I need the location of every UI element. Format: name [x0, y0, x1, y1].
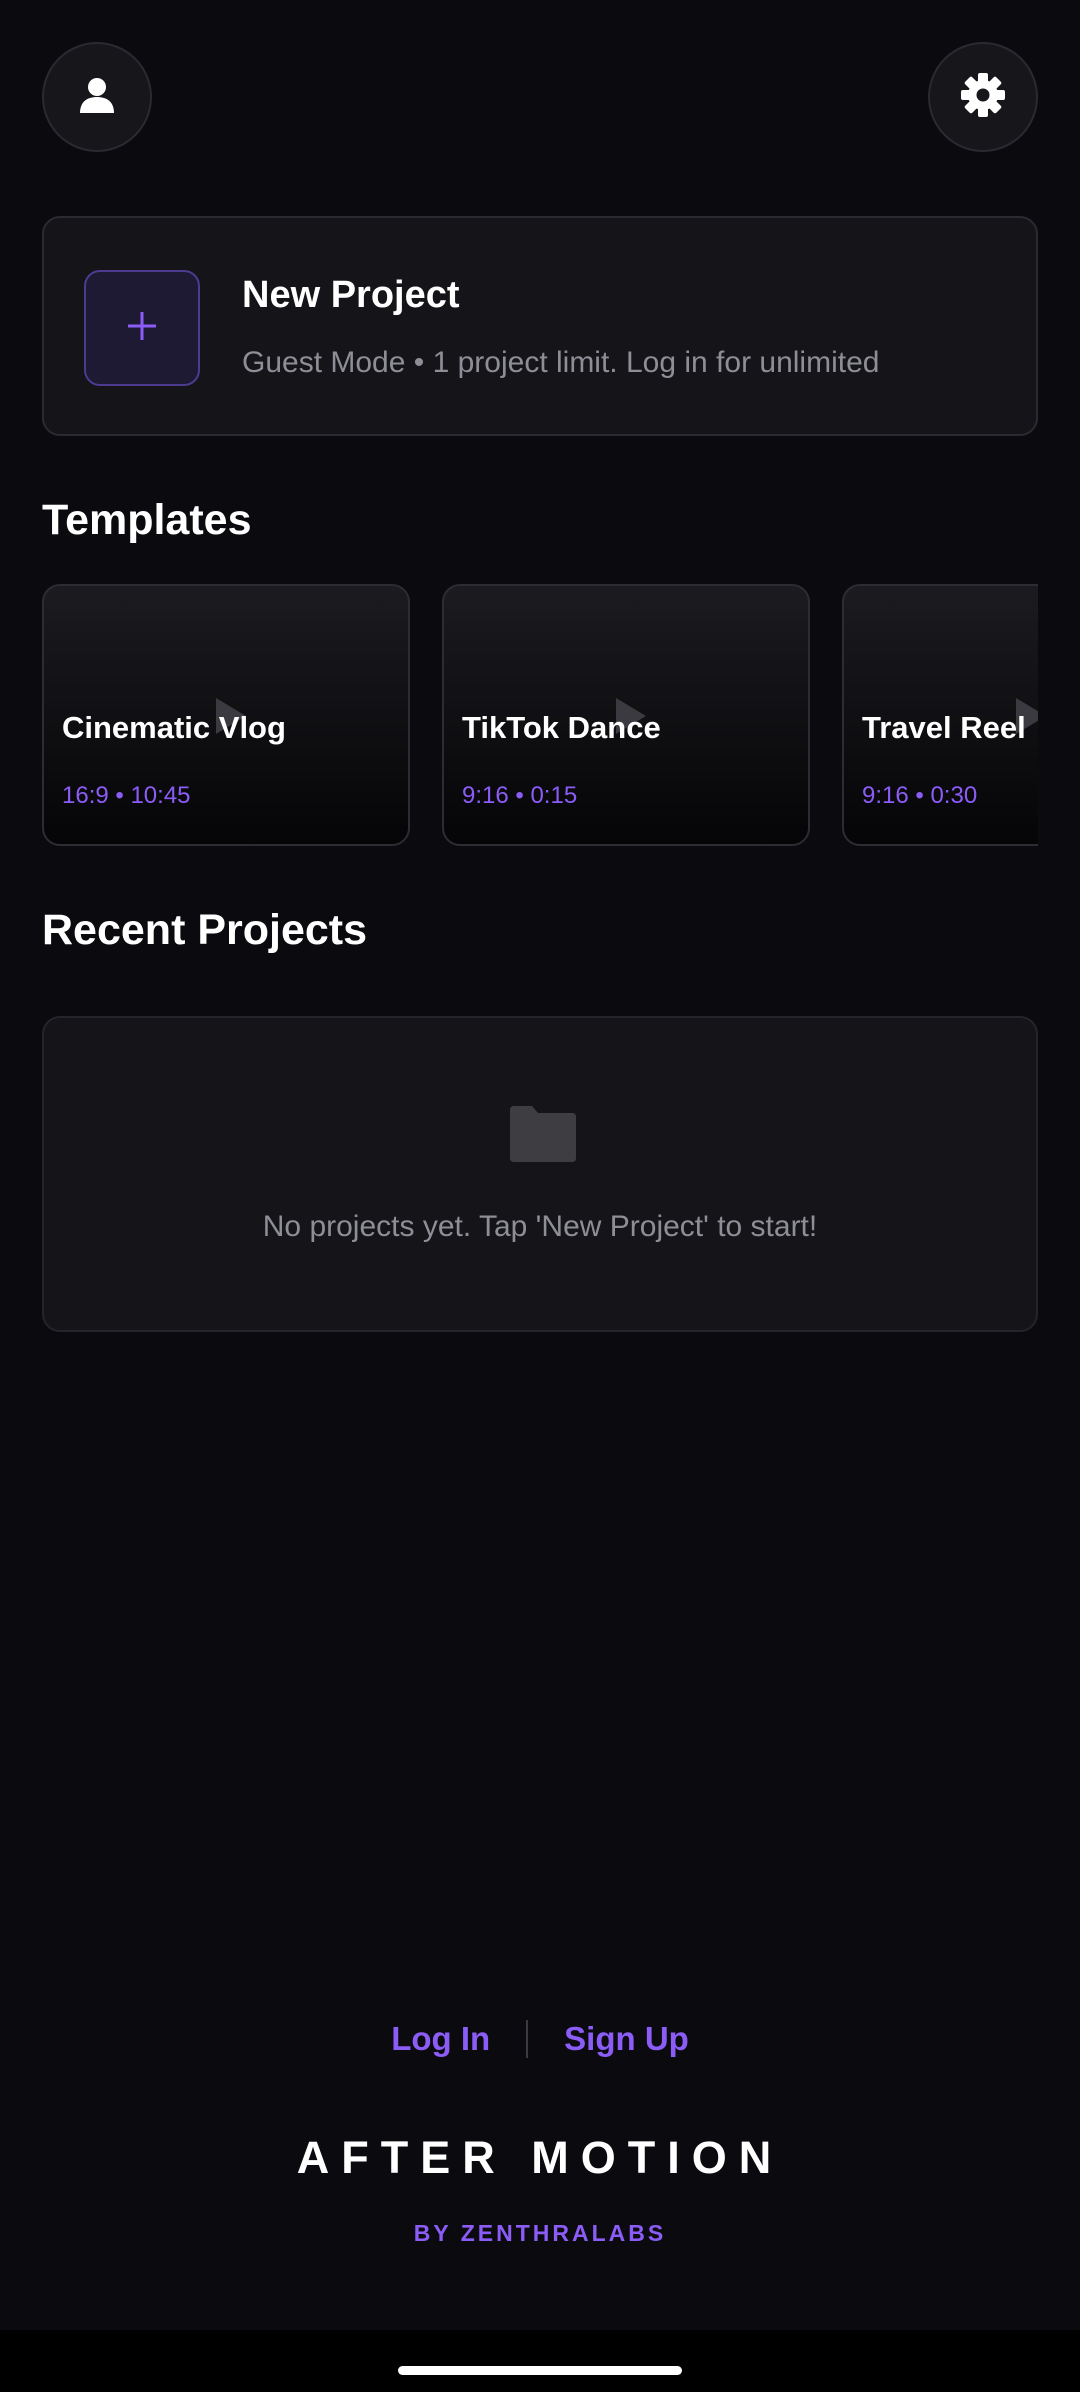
- login-link[interactable]: Log In: [391, 2020, 490, 2058]
- new-project-title: New Project: [242, 274, 460, 316]
- brand-byline: BY ZENTHRALABS: [413, 2220, 667, 2246]
- recent-projects-empty-state: No projects yet. Tap 'New Project' to st…: [42, 1016, 1038, 1332]
- template-meta: 9:16 • 0:30: [862, 782, 978, 809]
- recent-projects-heading: Recent Projects: [42, 906, 368, 954]
- templates-heading: Templates: [42, 496, 252, 544]
- template-card-cinematic-vlog[interactable]: Cinematic Vlog 16:9 • 10:45: [42, 584, 410, 846]
- divider: [526, 2020, 529, 2058]
- home-indicator[interactable]: [398, 2366, 682, 2375]
- signup-link[interactable]: Sign Up: [564, 2020, 689, 2058]
- new-project-plus-button[interactable]: [84, 270, 200, 386]
- template-name: Cinematic Vlog: [62, 710, 286, 745]
- template-name: TikTok Dance: [462, 710, 661, 745]
- system-nav-bar: [0, 2330, 1080, 2392]
- template-meta: 16:9 • 10:45: [62, 782, 191, 809]
- templates-carousel[interactable]: Cinematic Vlog 16:9 • 10:45 TikTok Dance…: [42, 584, 1038, 848]
- template-card-tiktok-dance[interactable]: TikTok Dance 9:16 • 0:15: [442, 584, 810, 846]
- folder-icon: [506, 1104, 578, 1169]
- new-project-card[interactable]: New Project Guest Mode • 1 project limit…: [42, 216, 1038, 436]
- template-name: Travel Reel: [862, 710, 1026, 745]
- brand-name: AFTER MOTION: [296, 2132, 784, 2183]
- auth-links: Log In Sign Up: [0, 2020, 1080, 2058]
- plus-icon: [126, 310, 158, 347]
- settings-button[interactable]: [928, 42, 1038, 152]
- profile-button[interactable]: [42, 42, 152, 152]
- template-meta: 9:16 • 0:15: [462, 782, 578, 809]
- empty-state-message: No projects yet. Tap 'New Project' to st…: [262, 1210, 818, 1243]
- template-card-travel-reel[interactable]: Travel Reel 9:16 • 0:30: [842, 584, 1038, 846]
- person-icon: [77, 75, 117, 120]
- new-project-subtitle: Guest Mode • 1 project limit. Log in for…: [242, 346, 880, 379]
- gear-icon: [960, 72, 1006, 123]
